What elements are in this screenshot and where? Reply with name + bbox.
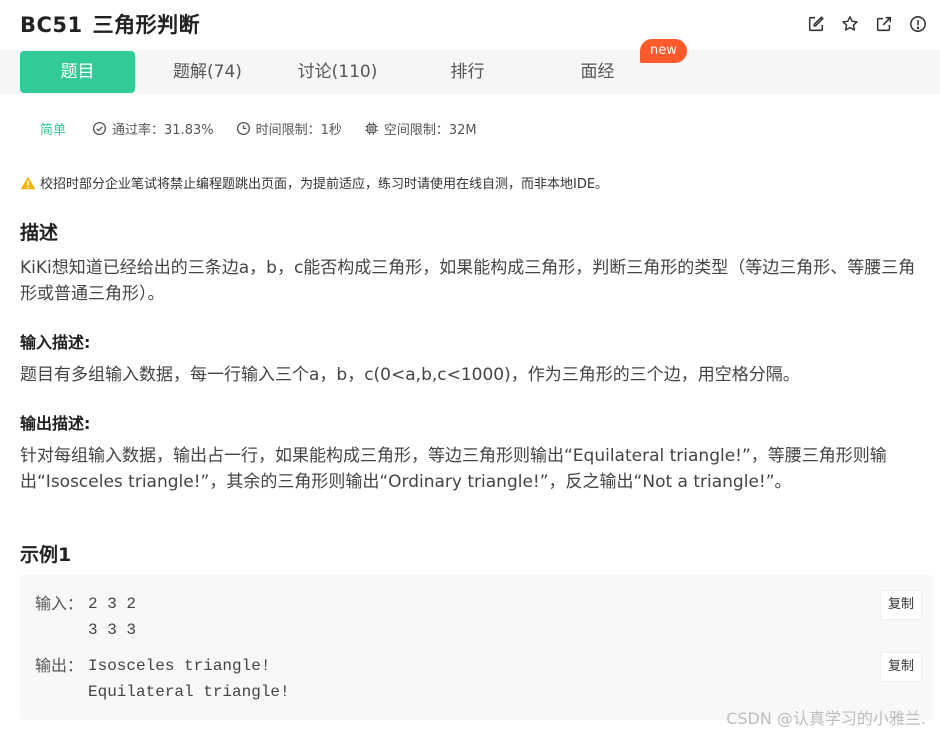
- description-heading: 描述: [20, 222, 59, 244]
- chip-icon: [365, 121, 378, 135]
- time-limit-text: 时间限制：1秒: [255, 122, 342, 138]
- info-icon[interactable]: [908, 14, 928, 34]
- example-box: 输入： 2 3 2 3 3 3 复制 输出： Isosceles triangl…: [20, 575, 933, 720]
- space-limit-text: 空间限制：32M: [383, 122, 477, 138]
- copy-output-button[interactable]: 复制: [880, 653, 921, 681]
- pass-rate: 通过率：31.83%: [92, 119, 214, 138]
- star-icon[interactable]: [840, 14, 860, 34]
- example-input-value[interactable]: 2 3 2 3 3 3: [88, 591, 136, 643]
- example-input-label: 输入：: [35, 594, 84, 613]
- tab-solutions[interactable]: 题解(74): [150, 51, 265, 93]
- tab-problem[interactable]: 题目: [20, 51, 135, 93]
- tab-bar: 题目 题解(74) 讨论(110) 排行 面经: [0, 50, 940, 94]
- tab-interview[interactable]: 面经: [540, 51, 655, 93]
- check-circle-icon: [92, 121, 107, 135]
- warning-icon: [20, 176, 36, 189]
- output-desc-text: 针对每组输入数据，输出占一行，如果能构成三角形，等边三角形则输出“Equilat…: [20, 446, 887, 492]
- space-limit: 空间限制：32M: [364, 119, 477, 138]
- example-output-label: 输出：: [35, 656, 84, 675]
- input-desc-heading: 输入描述:: [20, 333, 91, 352]
- clock-icon: [236, 121, 250, 135]
- problem-id: BC51: [20, 13, 83, 37]
- example-output-row: 输出： Isosceles triangle! Equilateral tria…: [35, 653, 290, 705]
- input-desc-text: 题目有多组输入数据，每一行输入三个a，b，c(0<a,b,c<1000)，作为三…: [20, 365, 800, 385]
- pass-rate-text: 通过率：31.83%: [112, 122, 214, 138]
- title-row: BC51 三角形判断: [20, 8, 928, 40]
- exam-warning: 校招时部分企业笔试将禁止编程题跳出页面，为提前适应，练习时请使用在线自测，而非本…: [20, 173, 608, 192]
- header-actions: [806, 14, 928, 34]
- time-limit: 时间限制：1秒: [236, 119, 342, 138]
- example-output-value[interactable]: Isosceles triangle! Equilateral triangle…: [88, 653, 290, 705]
- example-heading: 示例1: [20, 544, 72, 566]
- tab-ranking[interactable]: 排行: [410, 51, 525, 93]
- output-desc-heading: 输出描述:: [20, 414, 91, 433]
- problem-page: BC51 三角形判断 题目 题解(74) 讨论(110) 排行 面经 new 简…: [0, 0, 940, 736]
- example-input-row: 输入： 2 3 2 3 3 3: [35, 591, 136, 643]
- problem-meta: 简单 通过率：31.83% 时间限制：1秒 空间限制：32M: [40, 118, 499, 138]
- watermark: CSDN @认真学习的小雅兰.: [726, 709, 926, 728]
- page-title: BC51 三角形判断: [20, 9, 200, 39]
- description-text: KiKi想知道已经给出的三条边a，b，c能否构成三角形，如果能构成三角形，判断三…: [20, 258, 916, 304]
- copy-input-button[interactable]: 复制: [880, 591, 921, 619]
- tab-discussion[interactable]: 讨论(110): [280, 51, 395, 93]
- problem-name: 三角形判断: [92, 13, 201, 37]
- warning-text: 校招时部分企业笔试将禁止编程题跳出页面，为提前适应，练习时请使用在线自测，而非本…: [40, 177, 609, 192]
- difficulty-label: 简单: [40, 122, 67, 138]
- new-badge: new: [640, 39, 687, 63]
- edit-icon[interactable]: [806, 14, 826, 34]
- external-link-icon[interactable]: [874, 14, 894, 34]
